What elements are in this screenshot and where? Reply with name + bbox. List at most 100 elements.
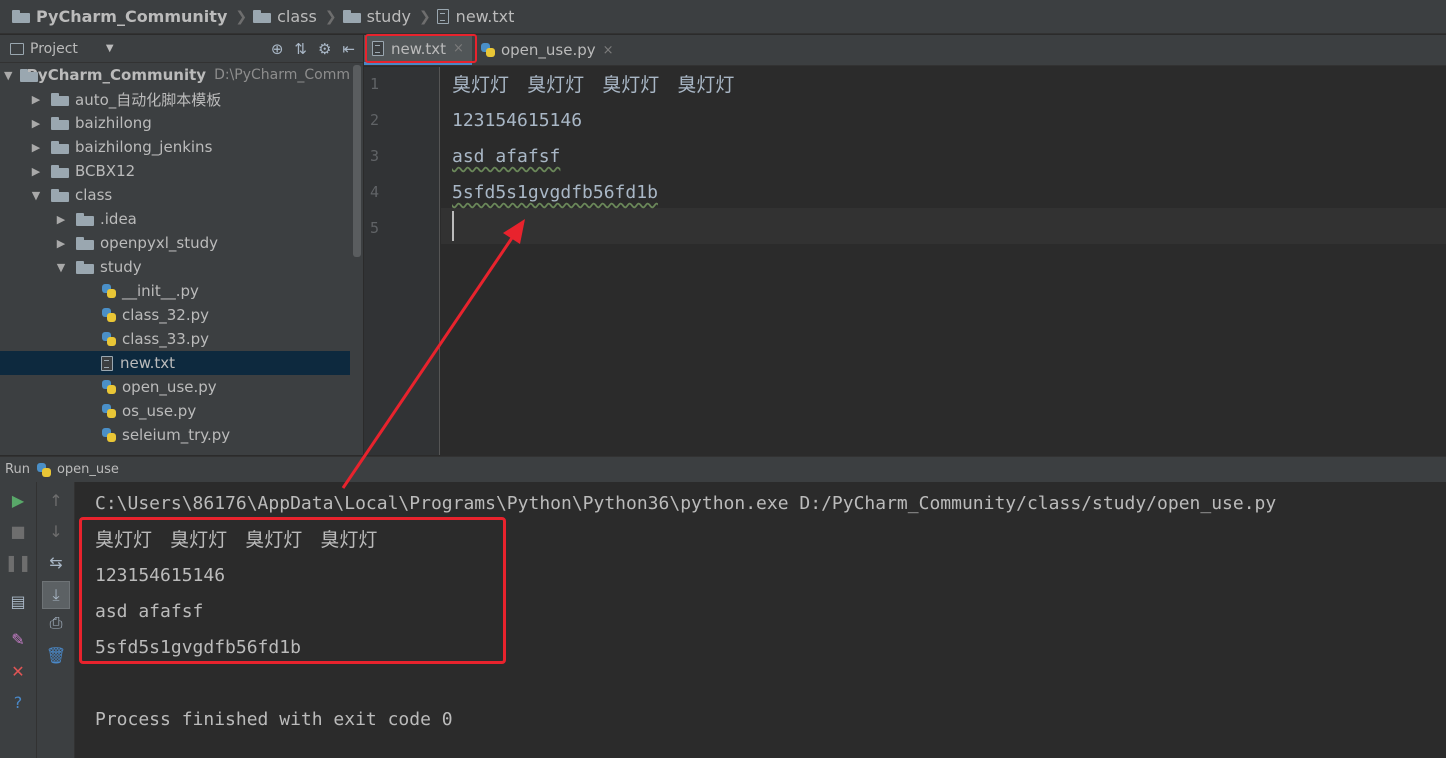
trash-icon[interactable]: 🗑 <box>45 644 67 666</box>
tree-vertical-scrollbar[interactable] <box>350 63 363 455</box>
folder-icon <box>51 92 69 106</box>
breadcrumb-item[interactable]: class ❯ <box>253 7 337 26</box>
tree-item[interactable]: ▶ BCBX12 <box>0 159 350 183</box>
settings-icon[interactable]: ⚙ <box>318 40 331 58</box>
collapse-icon[interactable]: ⇅ <box>294 40 307 58</box>
project-toolbar: ⊕ ⇅ ⚙ ⇤ <box>271 35 355 63</box>
project-tree: seleium_try.py os_use.py open_use.py new.tx… <box>0 63 363 455</box>
expand-arrow-icon[interactable]: ▼ <box>4 69 12 82</box>
python-icon <box>36 462 52 478</box>
tree-item[interactable]: __init__.py <box>0 279 350 303</box>
tree-item[interactable]: open_use.py <box>0 375 350 399</box>
code-line: 123154615146 <box>452 110 583 131</box>
stop-icon[interactable]: ■ <box>7 520 29 542</box>
expand-arrow-icon[interactable]: ▶ <box>29 141 43 154</box>
tree-item[interactable]: class_33.py <box>0 327 350 351</box>
restore-layout-icon[interactable]: ▤ <box>7 590 29 612</box>
line-number: 3 <box>370 147 380 165</box>
tree-item[interactable]: ▶ .idea <box>0 207 350 231</box>
project-panel-title[interactable]: Project <box>30 41 78 57</box>
tree-item-label: auto_自动化脚本模板 <box>75 90 222 109</box>
tab-label: open_use.py <box>500 41 596 59</box>
console-line: 123154615146 <box>95 565 226 586</box>
tree-item[interactable]: ▶ baizhilong_jenkins <box>0 135 350 159</box>
expand-arrow-icon[interactable]: ▼ <box>54 261 68 274</box>
text-file-icon <box>101 355 113 371</box>
folder-icon <box>12 10 30 23</box>
hide-icon[interactable]: ⇤ <box>342 40 355 58</box>
editor-tab[interactable]: open_use.py × <box>472 35 622 65</box>
print-icon[interactable]: ⎙ <box>45 612 67 634</box>
breadcrumb-label: PyCharm_Community <box>36 7 228 26</box>
tree-item[interactable]: new.txt <box>0 351 363 375</box>
folder-icon <box>253 10 272 23</box>
breadcrumb-item[interactable]: PyCharm_Community ❯ <box>12 7 247 26</box>
run-console[interactable]: C:\Users\86176\AppData\Local\Programs\Py… <box>76 482 1446 758</box>
close-tab-icon[interactable]: × <box>603 43 614 58</box>
expand-arrow-icon[interactable]: ▶ <box>29 165 43 178</box>
code-line: asd afafsf <box>452 146 561 167</box>
tree-item[interactable]: ▶ auto_自动化脚本模板 <box>0 87 350 111</box>
tree-item-label: class_33.py <box>122 330 209 348</box>
text-caret <box>452 211 454 241</box>
tree-item-label: baizhilong <box>75 114 152 132</box>
tree-item-label: BCBX12 <box>75 162 136 180</box>
expand-arrow-icon[interactable]: ▶ <box>54 213 68 226</box>
editor-gutter: 1 2 3 4 5 <box>364 67 440 455</box>
close-tab-icon[interactable]: × <box>453 41 464 56</box>
code-line: 5sfd5s1gvgdfb56fd1b <box>452 182 658 203</box>
editor-text-area[interactable]: 臭灯灯 臭灯灯 臭灯灯 臭灯灯 123154615146 asd afafsf 5sf… <box>441 67 1446 455</box>
folder-icon <box>342 10 361 23</box>
breadcrumb-item[interactable]: new.txt <box>436 7 515 26</box>
locate-icon[interactable]: ⊕ <box>271 40 284 58</box>
line-number: 1 <box>370 75 380 93</box>
text-file-icon <box>436 9 449 24</box>
breadcrumb-item[interactable]: study ❯ <box>342 7 431 26</box>
help-icon[interactable]: ? <box>7 691 29 713</box>
close-run-icon[interactable]: ✕ <box>7 660 29 682</box>
run-toolbar-secondary: ↑ ↓ ⇆ ⤓ ⎙ 🗑 <box>37 482 75 758</box>
run-panel-title[interactable]: Run <box>5 462 30 477</box>
expand-arrow-icon[interactable]: ▶ <box>54 237 68 250</box>
tree-item-label: class <box>75 186 113 204</box>
project-view-dropdown-icon[interactable]: ▼ <box>106 43 114 54</box>
tree-item[interactable]: ▼ PyCharm_Community D:\PyCharm_Comm <box>0 63 350 87</box>
breadcrumb-label: new.txt <box>455 7 515 26</box>
soft-wrap-icon[interactable]: ⇆ <box>45 551 67 573</box>
tree-item-label: __init__.py <box>122 282 199 300</box>
scroll-to-end-icon[interactable]: ⤓ <box>42 581 70 609</box>
down-arrow-icon[interactable]: ↓ <box>45 520 67 542</box>
tree-item[interactable]: ▼ study <box>0 255 350 279</box>
folder-icon <box>51 188 69 202</box>
folder-icon <box>76 236 94 250</box>
run-config-name[interactable]: open_use <box>57 462 119 477</box>
up-arrow-icon[interactable]: ↑ <box>45 489 67 511</box>
tree-item[interactable]: class_32.py <box>0 303 350 327</box>
tree-item-label: class_32.py <box>122 306 209 324</box>
line-number: 4 <box>370 183 380 201</box>
pin-icon[interactable]: ✎ <box>7 628 29 650</box>
tree-item-label: open_use.py <box>122 378 217 396</box>
expand-arrow-icon[interactable]: ▶ <box>29 117 43 130</box>
console-line: 5sfd5s1gvgdfb56fd1b <box>95 637 301 658</box>
expand-arrow-icon[interactable]: ▶ <box>29 93 43 106</box>
python-file-icon <box>480 42 496 58</box>
console-line: C:\Users\86176\AppData\Local\Programs\Py… <box>95 493 1277 514</box>
tree-item[interactable]: os_use.py <box>0 399 350 423</box>
tab-label: new.txt <box>391 39 447 58</box>
expand-arrow-icon[interactable]: ▼ <box>29 189 43 202</box>
tree-item[interactable]: ▼ class <box>0 183 350 207</box>
breadcrumb-separator-icon: ❯ <box>418 8 431 25</box>
tree-item[interactable]: ▶ openpyxl_study <box>0 231 350 255</box>
line-number: 2 <box>370 111 380 129</box>
tree-item-label: study <box>100 258 142 276</box>
console-line: asd afafsf <box>95 601 204 622</box>
tree-item[interactable]: seleium_try.py <box>0 423 350 447</box>
tree-item[interactable]: ▶ baizhilong <box>0 111 350 135</box>
editor-tab[interactable]: new.txt × <box>364 35 472 65</box>
python-file-icon <box>101 427 117 443</box>
folder-icon <box>76 260 94 274</box>
console-line: 臭灯灯 臭灯灯 臭灯灯 臭灯灯 <box>95 529 378 551</box>
pause-icon[interactable]: ❚❚ <box>5 551 32 573</box>
rerun-icon[interactable]: ▶ <box>7 489 29 511</box>
